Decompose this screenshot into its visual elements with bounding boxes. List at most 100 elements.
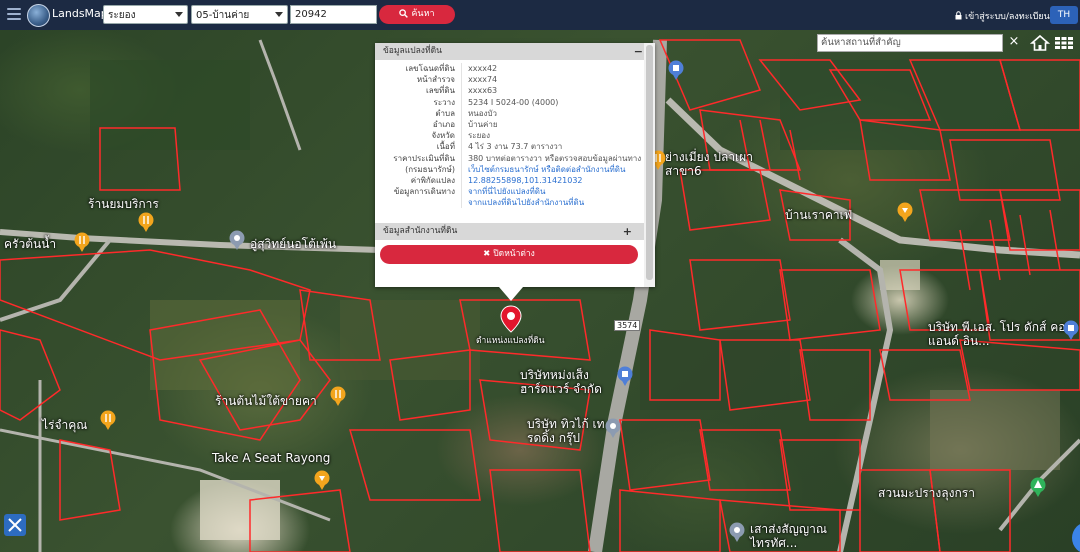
- place-label: เสาส่งสัญญาณ ไทรทัศ...: [750, 522, 827, 550]
- top-navbar: LandsMaps ระยอง 05-บ้านค่าย 20942 ค้นหา …: [0, 0, 1080, 30]
- road-number-label: 3574: [614, 320, 641, 331]
- info-row: อำเภอ บ้านค่าย: [375, 118, 655, 131]
- info-value: xxxx74: [468, 75, 498, 85]
- place-label: บริษัท ทิวไก้ เทรดดิ้ง กรุ๊ป: [527, 417, 605, 445]
- place-label: สวนมะปรางลุงกรา: [878, 486, 975, 500]
- info-key: ระวาง: [433, 97, 455, 107]
- logo-icon: [27, 4, 50, 27]
- place-label: บริษัท พี.เอส. โปร ดักส์ คอน แอนด์ อิน..…: [928, 320, 1074, 348]
- poi-search-input[interactable]: ค้นหาสถานที่สำคัญ: [817, 34, 1003, 52]
- info-row: ระวาง 5234 I 5024-00 (4000): [375, 96, 655, 108]
- section-land-office-header[interactable]: ข้อมูลสำนักงานที่ดิน +: [375, 223, 644, 240]
- info-key: ราคาประเมินที่ดิน: [393, 153, 455, 163]
- place-pin-icon[interactable]: [605, 418, 621, 438]
- shop-pin-icon[interactable]: [1063, 320, 1079, 340]
- popup-pointer: [499, 287, 523, 301]
- info-row: ข้อมูลการเดินทาง จากที่นี่ไปยังแปลงที่ดิน: [375, 186, 655, 198]
- cafe-pin-icon[interactable]: [314, 470, 330, 490]
- map-pin-icon[interactable]: [500, 305, 522, 333]
- directions-to-office-link[interactable]: จากแปลงที่ดินไปยังสำนักงานที่ดิน: [468, 197, 584, 208]
- info-key: [375, 197, 461, 208]
- search-icon: [399, 9, 409, 18]
- place-label: ย่างเมี่ยง ปลาเผา สาขา6: [665, 150, 753, 178]
- info-key: เนื้อที่: [436, 142, 455, 152]
- restaurant-pin-icon[interactable]: [330, 386, 346, 406]
- expand-icon[interactable]: +: [623, 223, 632, 240]
- section-parcel-info-title: ข้อมูลแปลงที่ดิน: [383, 46, 442, 56]
- province-select-value: ระยอง: [108, 10, 136, 21]
- info-value: ระยอง: [468, 131, 490, 141]
- info-key: (กรมธนารักษ์): [405, 164, 455, 174]
- directions-to-parcel-link[interactable]: จากที่นี่ไปยังแปลงที่ดิน: [468, 186, 545, 197]
- close-window-button[interactable]: ✖ ปิดหน้าต่าง: [380, 245, 638, 264]
- info-value: 5234 I 5024-00 (4000): [468, 97, 559, 107]
- info-key: ตำบล: [435, 108, 455, 118]
- info-key: ค่าพิกัดแปลง: [410, 175, 455, 185]
- place-label: อู่สุวิทย์นอโต้เพ้น: [250, 237, 337, 251]
- close-icon: ✖: [483, 249, 491, 259]
- place-label: ร้านต้นไม้ใต้ขายคา: [215, 394, 317, 408]
- clear-search-icon[interactable]: ×: [1005, 33, 1023, 51]
- place-label: ไร่จำคุณ: [42, 418, 88, 432]
- info-key: หน้าสำรวจ: [416, 75, 455, 85]
- search-button[interactable]: ค้นหา: [379, 5, 455, 24]
- info-row: ค่าพิกัดแปลง 12.88255898,101.31421032: [375, 174, 655, 187]
- place-pin-icon[interactable]: [229, 230, 245, 250]
- place-pin-icon[interactable]: [729, 522, 745, 542]
- district-select[interactable]: 05-บ้านค่าย: [191, 5, 288, 24]
- place-label: Take A Seat Rayong: [212, 451, 331, 465]
- search-button-label: ค้นหา: [411, 9, 435, 19]
- parcel-info-popup: ข้อมูลแปลงที่ดิน − เลขโฉนดที่ดิน xxxx42 ห…: [375, 43, 655, 287]
- parcel-info-list: เลขโฉนดที่ดิน xxxx42 หน้าสำรวจ xxxx74 เลขท…: [375, 60, 655, 209]
- tools-icon: [8, 518, 22, 532]
- info-value: xxxx42: [468, 64, 498, 73]
- info-row: ตำบล หนองบัว: [375, 107, 655, 119]
- section-parcel-info-header[interactable]: ข้อมูลแปลงที่ดิน −: [375, 43, 655, 60]
- marker-label: ตำแหน่งแปลงที่ดิน: [476, 336, 545, 346]
- home-icon[interactable]: [1030, 34, 1050, 52]
- place-label: บริษัทหม่งเส็ง ฮาร์ดแวร์ จำกัด: [520, 368, 602, 396]
- coordinates-link[interactable]: 12.88255898,101.31421032: [468, 175, 583, 186]
- language-button[interactable]: TH: [1050, 6, 1078, 24]
- info-row: จากแปลงที่ดินไปยังสำนักงานที่ดิน: [375, 197, 655, 209]
- district-select-value: 05-บ้านค่าย: [196, 10, 250, 21]
- login-link[interactable]: เข้าสู่ระบบ/ลงทะเบียน: [955, 9, 1050, 23]
- info-row: หน้าสำรวจ xxxx74: [375, 74, 655, 86]
- menu-icon[interactable]: [7, 8, 21, 20]
- park-pin-icon[interactable]: [1030, 477, 1046, 497]
- restaurant-pin-icon[interactable]: [100, 410, 116, 430]
- restaurant-pin-icon[interactable]: [138, 212, 154, 232]
- info-row: เลขที่ดิน xxxx63: [375, 85, 655, 97]
- info-key: ข้อมูลการเดินทาง: [393, 187, 455, 197]
- map-tools-button[interactable]: [4, 514, 26, 536]
- shop-pin-icon[interactable]: [668, 60, 684, 80]
- restaurant-pin-icon[interactable]: [74, 232, 90, 252]
- info-row: จังหวัด ระยอง: [375, 130, 655, 142]
- parcel-number-input[interactable]: 20942: [290, 5, 377, 24]
- chevron-down-icon: [275, 12, 283, 17]
- info-key: จังหวัด: [431, 131, 455, 141]
- lock-icon: [955, 11, 962, 20]
- chevron-down-icon: [175, 12, 183, 17]
- info-key: อำเภอ: [432, 119, 455, 129]
- info-value: xxxx63: [468, 86, 498, 96]
- info-row: (กรมธนารักษ์) เว็บไซต์กรมธนารักษ์ หรือติด…: [375, 163, 655, 175]
- section-land-office-title: ข้อมูลสำนักงานที่ดิน: [383, 226, 458, 236]
- grid-icon[interactable]: [1053, 34, 1075, 52]
- info-row: เลขโฉนดที่ดิน xxxx42: [375, 63, 655, 75]
- treasury-website-link[interactable]: เว็บไซต์กรมธนารักษ์ หรือติดต่อสำนักงานที…: [468, 164, 625, 175]
- info-value: บ้านค่าย: [468, 119, 498, 129]
- place-label: ครัวต้นน้ำ: [4, 237, 57, 251]
- info-value: 4 ไร่ 3 งาน 73.7 ตารางวา: [468, 142, 563, 152]
- info-value: 380 บาทต่อตารางวา หรือตรวจสอบข้อมูลผ่านท…: [468, 153, 642, 163]
- popup-scrollbar[interactable]: [644, 43, 655, 287]
- location-dot-icon[interactable]: [1068, 518, 1080, 552]
- info-value: หนองบัว: [468, 108, 498, 118]
- shop-pin-icon[interactable]: [617, 366, 633, 386]
- info-key: เลขที่ดิน: [425, 86, 455, 96]
- close-window-label: ปิดหน้าต่าง: [493, 249, 535, 259]
- cafe-pin-icon[interactable]: [897, 202, 913, 222]
- place-label: บ้านเราคาเฟ่: [785, 208, 853, 222]
- province-select[interactable]: ระยอง: [103, 5, 188, 24]
- collapse-icon[interactable]: −: [634, 43, 643, 60]
